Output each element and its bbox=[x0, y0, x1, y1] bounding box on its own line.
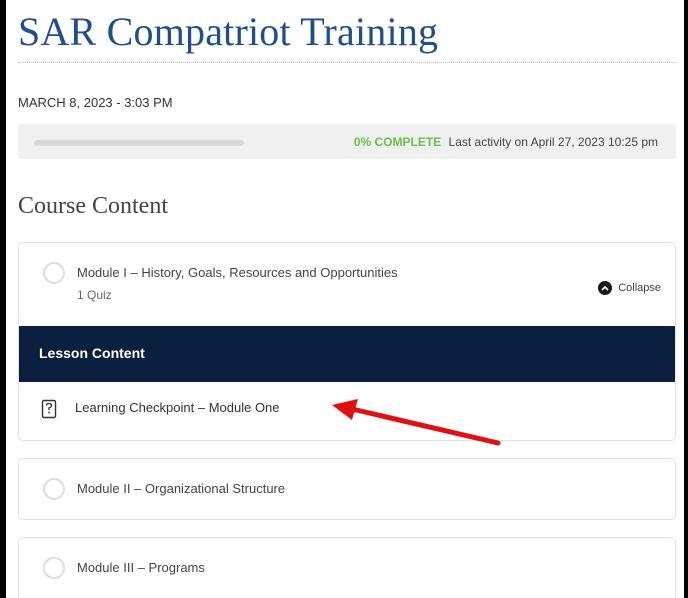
progress-status: 0% COMPLETE Last activity on April 27, 2… bbox=[354, 135, 658, 149]
status-circle-icon bbox=[43, 262, 65, 284]
quiz-icon bbox=[41, 399, 57, 424]
module-card-3[interactable]: Module III – Programs bbox=[18, 537, 676, 598]
module-title[interactable]: Module I – History, Goals, Resources and… bbox=[77, 265, 398, 280]
page-frame: SAR Compatriot Training MARCH 8, 2023 - … bbox=[6, 0, 684, 598]
chevron-up-icon bbox=[598, 281, 613, 295]
lesson-link-checkpoint[interactable]: Learning Checkpoint – Module One bbox=[75, 400, 280, 415]
module-card-2[interactable]: Module II – Organizational Structure bbox=[18, 458, 676, 520]
status-circle-icon bbox=[43, 478, 65, 500]
course-progress: 0% COMPLETE Last activity on April 27, 2… bbox=[18, 124, 676, 159]
collapse-label: Collapse bbox=[618, 282, 661, 294]
course-date: MARCH 8, 2023 - 3:03 PM bbox=[18, 95, 173, 110]
collapse-button[interactable]: Collapse bbox=[598, 281, 661, 295]
module-title[interactable]: Module II – Organizational Structure bbox=[77, 481, 285, 496]
module-title[interactable]: Module III – Programs bbox=[77, 560, 205, 575]
progress-bar bbox=[34, 140, 244, 146]
progress-percent-label: 0% COMPLETE bbox=[353, 135, 442, 149]
course-title: SAR Compatriot Training bbox=[18, 9, 439, 54]
title-divider bbox=[18, 62, 676, 63]
module-quiz-count: 1 Quiz bbox=[77, 288, 112, 302]
annotation-arrow-icon bbox=[332, 399, 501, 446]
course-content-heading: Course Content bbox=[18, 193, 168, 219]
last-activity: Last activity on April 27, 2023 10:25 pm bbox=[448, 135, 658, 149]
lesson-content-label: Lesson Content bbox=[39, 345, 145, 361]
status-circle-icon bbox=[43, 557, 65, 579]
lesson-content-header: Lesson Content bbox=[19, 326, 675, 382]
